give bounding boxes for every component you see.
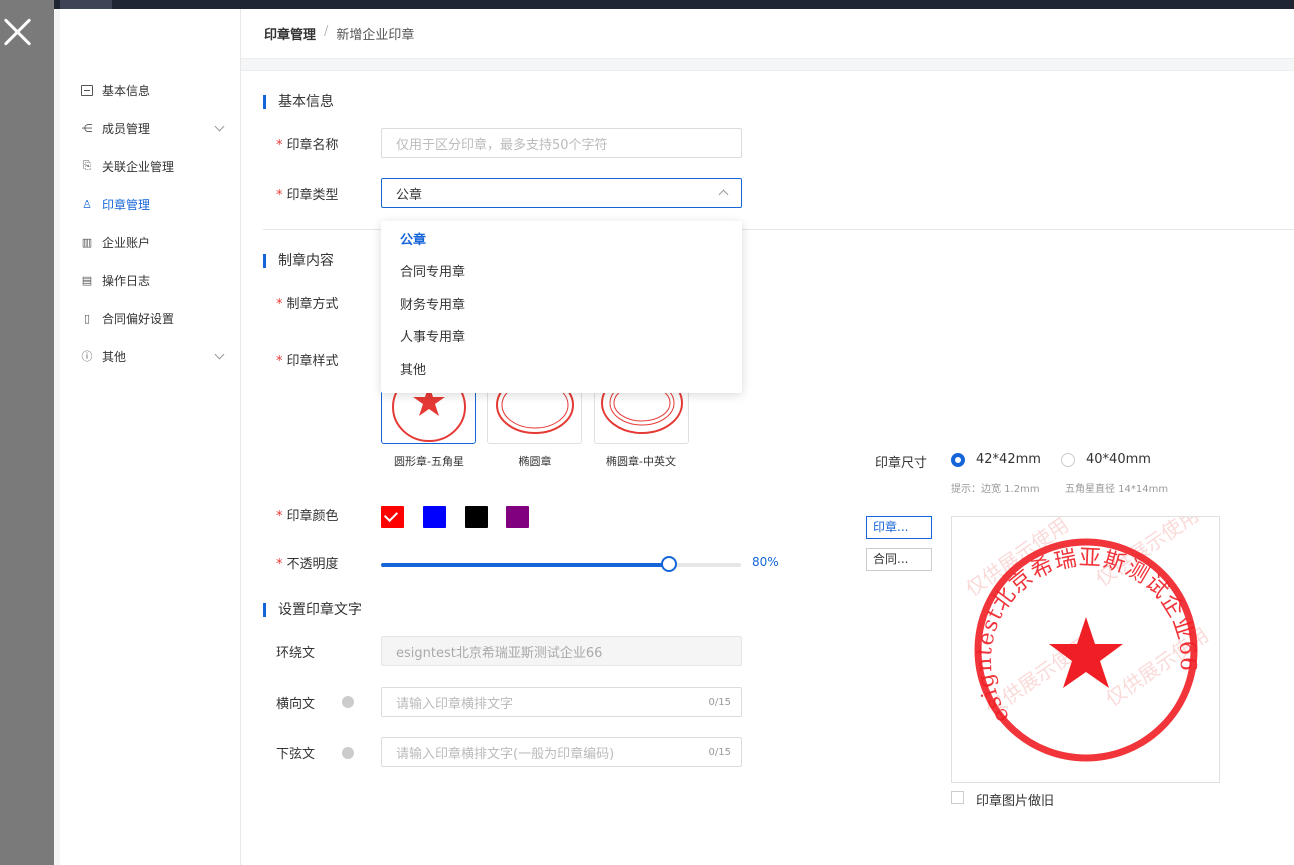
sidebar-item-7[interactable]: ⓘ 其他 <box>60 337 241 375</box>
chevron-down-icon[interactable] <box>214 121 225 132</box>
sidebar-item-5[interactable]: ▤ 操作日志 <box>60 261 241 299</box>
section-text-title: 设置印章文字 <box>263 603 362 617</box>
ring-text-input: esigntest北京希瑞亚斯测试企业66 <box>381 636 742 666</box>
sidebar-item-2[interactable]: ⎘ 关联企业管理 <box>60 147 241 185</box>
sidebar-item-label: 成员管理 <box>102 121 151 136</box>
org-icon: ⋲ <box>81 121 93 135</box>
ring-text-label: 环绕文 <box>276 646 316 661</box>
opacity-slider-fill <box>381 563 669 567</box>
breadcrumb: 印章管理 / 新增企业印章 <box>264 24 414 43</box>
aged-checkbox-label[interactable]: 印章图片做旧 <box>976 790 1054 809</box>
section-content-title: 制章内容 <box>263 254 334 268</box>
building-icon: ▥ <box>81 235 93 249</box>
make-method-label: * 制章方式 <box>276 297 339 312</box>
size-radio-40[interactable] <box>1061 453 1075 467</box>
overlay-mask <box>0 0 54 865</box>
seal-type-option[interactable]: 公章 <box>381 225 742 257</box>
style-caption-3: 椭圆章-中英文 <box>606 455 676 468</box>
list-icon <box>80 83 94 97</box>
sidebar-item-0[interactable]: 基本信息 <box>60 71 241 109</box>
size-option-40[interactable]: 40*40mm <box>1086 452 1151 467</box>
info-icon[interactable] <box>342 696 354 708</box>
bottom-text-label: 下弦文 <box>276 747 316 762</box>
sidebar-item-label: 基本信息 <box>102 83 151 98</box>
breadcrumb-parent[interactable]: 印章管理 <box>264 24 316 43</box>
size-hint-star: 五角星直径 14*14mm <box>1065 484 1169 495</box>
top-bar-tab[interactable] <box>60 0 112 9</box>
size-option-42[interactable]: 42*42mm <box>976 452 1041 467</box>
aged-checkbox[interactable] <box>951 791 964 804</box>
chevron-down-icon[interactable] <box>214 349 225 360</box>
sidebar-item-4[interactable]: ▥ 企业账户 <box>60 223 241 261</box>
horizontal-text-count: 0/15 <box>708 696 731 708</box>
contract-icon: ▯ <box>83 311 91 325</box>
style-caption-1: 圆形章-五角星 <box>394 455 464 468</box>
opacity-slider-handle[interactable] <box>661 556 677 572</box>
sidebar-item-1[interactable]: ⋲ 成员管理 <box>60 109 241 147</box>
sidebar-item-label: 企业账户 <box>102 235 151 250</box>
size-hint-border: 提示：边宽 1.2mm <box>951 484 1040 495</box>
seal-style-label: * 印章样式 <box>276 354 339 369</box>
sidebar: 基本信息 ⋲ 成员管理 ⎘ 关联企业管理 ♙ 印章管理 ▥ 企业账户 ▤ 操作日志 ▯ 合同偏好设置 ⓘ 其… <box>60 9 241 865</box>
color-swatch-black[interactable] <box>465 506 488 528</box>
link-doc-icon: ⎘ <box>82 159 92 172</box>
seal-type-option[interactable]: 财务专用章 <box>381 290 742 322</box>
sidebar-item-6[interactable]: ▯ 合同偏好设置 <box>60 299 241 337</box>
sidebar-item-label: 其他 <box>102 349 127 364</box>
size-radio-42[interactable] <box>951 453 965 467</box>
breadcrumb-current: 新增企业印章 <box>336 28 415 43</box>
top-bar <box>54 0 1294 9</box>
close-icon[interactable] <box>2 14 32 48</box>
color-swatch-red[interactable] <box>381 506 404 528</box>
log-icon: ▤ <box>81 273 93 287</box>
seal-type-option[interactable]: 人事专用章 <box>381 322 742 354</box>
seal-type-option[interactable]: 合同专用章 <box>381 257 742 289</box>
seal-name-input[interactable]: 仅用于区分印章，最多支持50个字符 <box>381 128 742 158</box>
color-swatch-blue[interactable] <box>423 506 446 528</box>
seal-color-label: * 印章颜色 <box>276 509 339 524</box>
seal-type-option[interactable]: 其他 <box>381 355 742 387</box>
section-basic-title: 基本信息 <box>263 95 334 109</box>
seal-name-label: * 印章名称 <box>276 138 339 153</box>
color-swatch-purple[interactable] <box>506 506 529 528</box>
sidebar-nav: 基本信息 ⋲ 成员管理 ⎘ 关联企业管理 ♙ 印章管理 ▥ 企业账户 ▤ 操作日志 ▯ 合同偏好设置 ⓘ 其… <box>60 71 241 375</box>
seal-type-dropdown: 公章 合同专用章 财务专用章 人事专用章 其他 <box>381 221 742 393</box>
sidebar-item-label: 印章管理 <box>102 197 151 212</box>
sidebar-item-label: 合同偏好设置 <box>102 311 175 326</box>
seal-type-label: * 印章类型 <box>276 188 339 203</box>
sidebar-item-label: 关联企业管理 <box>102 159 175 174</box>
bottom-text-count: 0/15 <box>708 746 731 758</box>
info-icon: ⓘ <box>81 350 93 363</box>
opacity-value: 80% <box>752 555 779 569</box>
breadcrumb-separator: / <box>324 24 329 39</box>
stamp-icon: ♙ <box>82 197 92 211</box>
opacity-label: * 不透明度 <box>276 557 339 572</box>
seal-type-select[interactable]: 公章 <box>381 178 742 208</box>
bottom-text-input[interactable]: 请输入印章横排文字(一般为印章编码) 0/15 <box>381 737 742 767</box>
seal-preview: 仅供展示使用 仅供展示使用 仅供展示使用 仅供展示使用 esigntest北京希… <box>951 516 1220 783</box>
style-caption-2: 椭圆章 <box>518 455 552 468</box>
sidebar-item-label: 操作日志 <box>102 273 151 288</box>
info-icon[interactable] <box>342 747 354 759</box>
seal-tab-button[interactable]: 印章... <box>866 516 932 539</box>
chevron-up-icon <box>718 189 729 200</box>
horizontal-text-label: 横向文 <box>276 697 316 712</box>
sidebar-item-3[interactable]: ♙ 印章管理 <box>60 185 241 223</box>
opacity-slider[interactable] <box>381 556 741 572</box>
header-divider <box>241 58 1294 71</box>
horizontal-text-input[interactable]: 请输入印章横排文字 0/15 <box>381 687 742 717</box>
contract-tab-button[interactable]: 合同... <box>866 548 932 571</box>
seal-size-label: 印章尺寸 <box>875 456 928 471</box>
